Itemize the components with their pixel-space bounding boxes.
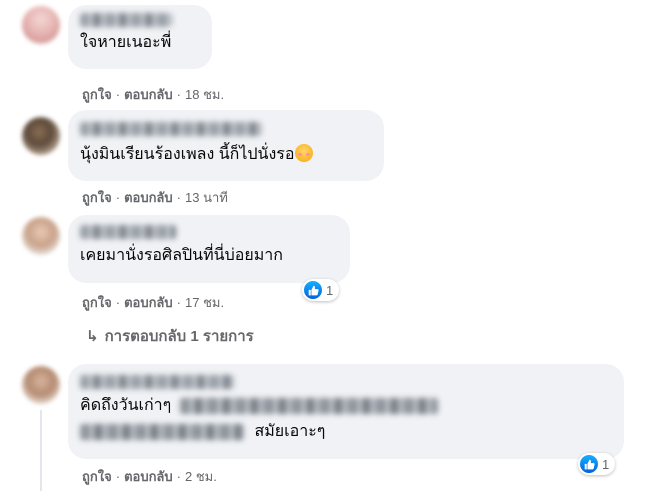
author-name-blurred[interactable] xyxy=(80,122,262,136)
like-link[interactable]: ถูกใจ xyxy=(82,469,112,484)
comment-actions: ถูกใจ · ตอบกลับ · 13 นาที xyxy=(82,187,228,208)
reaction-count-badge[interactable]: 1 xyxy=(302,279,340,301)
timestamp[interactable]: 18 ชม. xyxy=(185,87,224,102)
reply-arrow-icon: ↳ xyxy=(86,328,99,345)
avatar[interactable] xyxy=(22,6,60,44)
comment-actions: ถูกใจ · ตอบกลับ · 18 ชม. xyxy=(82,84,224,105)
thread-line xyxy=(40,410,42,491)
comment-bubble: นุ้งมินเรียนร้องเพลง นี้ก็ไปนั่งรอ xyxy=(68,110,384,181)
reply-link[interactable]: ตอบกลับ xyxy=(124,190,173,205)
reply-link[interactable]: ตอบกลับ xyxy=(124,295,173,310)
timestamp[interactable]: 17 ชม. xyxy=(185,295,224,310)
author-name-blurred[interactable] xyxy=(80,13,172,27)
timestamp[interactable]: 13 นาที xyxy=(185,190,228,205)
reaction-count-badge[interactable]: 1 xyxy=(578,453,616,475)
like-icon xyxy=(580,455,598,473)
reaction-count: 1 xyxy=(326,282,334,298)
separator: · xyxy=(115,295,121,310)
timestamp[interactable]: 2 ชม. xyxy=(185,469,217,484)
author-name-blurred[interactable] xyxy=(80,225,176,239)
comment-text-line1: คิดถึงวันเก่าๆ xyxy=(80,397,172,414)
avatar[interactable] xyxy=(22,217,60,255)
comment-text: ใจหายเนอะพี่ xyxy=(80,34,172,51)
comment-text: สมัยเอาะๆ xyxy=(80,421,612,443)
like-icon xyxy=(304,281,322,299)
comment-text: นุ้งมินเรียนร้องเพลง นี้ก็ไปนั่งรอ xyxy=(80,144,372,166)
separator: · xyxy=(176,87,181,102)
comment-text: เคยมานั่งรอศิลปินที่นี่บ่อยมาก xyxy=(80,247,283,264)
author-name-blurred[interactable] xyxy=(80,375,234,389)
avatar[interactable] xyxy=(22,366,60,404)
like-link[interactable]: ถูกใจ xyxy=(82,87,112,102)
tagged-name-blurred[interactable] xyxy=(80,423,244,440)
comment-bubble: คิดถึงวันเก่าๆ สมัยเอาะๆ xyxy=(68,364,624,459)
replies-link-label: การตอบกลับ 1 รายการ xyxy=(104,328,254,345)
comment-text: คิดถึงวันเก่าๆ xyxy=(80,395,612,417)
tagged-name-blurred[interactable] xyxy=(179,397,438,414)
like-link[interactable]: ถูกใจ xyxy=(82,190,112,205)
comment-text-line2: สมัยเอาะๆ xyxy=(254,423,326,440)
comment-text-body: นุ้งมินเรียนร้องเพลง นี้ก็ไปนั่งรอ xyxy=(80,146,295,163)
reaction-count: 1 xyxy=(602,456,610,472)
comment-actions: ถูกใจ · ตอบกลับ · 2 ชม. xyxy=(82,466,217,487)
reply-link[interactable]: ตอบกลับ xyxy=(124,469,173,484)
comment-bubble: เคยมานั่งรอศิลปินที่นี่บ่อยมาก xyxy=(68,215,350,283)
separator: · xyxy=(176,469,181,484)
comment-actions: ถูกใจ · ตอบกลับ · 17 ชม. xyxy=(82,292,224,313)
like-link[interactable]: ถูกใจ xyxy=(82,295,112,310)
comment-bubble: ใจหายเนอะพี่ xyxy=(68,5,212,69)
separator: · xyxy=(115,469,121,484)
view-replies-link[interactable]: ↳ การตอบกลับ 1 รายการ xyxy=(86,324,254,348)
reply-link[interactable]: ตอบกลับ xyxy=(124,87,173,102)
separator: · xyxy=(176,190,181,205)
separator: · xyxy=(115,190,121,205)
smiling-face-with-hearts-icon xyxy=(295,144,314,162)
separator: · xyxy=(115,87,121,102)
separator: · xyxy=(176,295,181,310)
avatar[interactable] xyxy=(22,117,60,155)
